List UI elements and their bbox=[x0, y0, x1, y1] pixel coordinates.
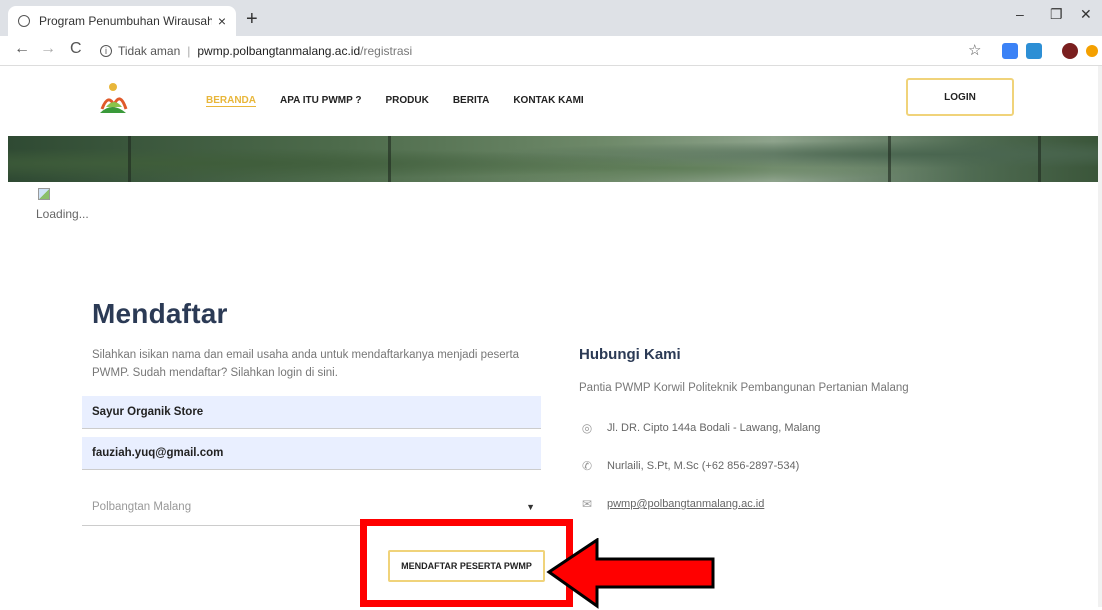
business-name-field[interactable]: Sayur Organik Store bbox=[82, 396, 541, 429]
site-header: BERANDA APA ITU PWMP ? PRODUK BERITA KON… bbox=[0, 66, 1102, 136]
contact-title: Hubungi Kami bbox=[579, 346, 681, 363]
email-field[interactable]: fauziah.yuq@gmail.com bbox=[82, 437, 541, 470]
globe-icon bbox=[18, 15, 30, 27]
address-text: Jl. DR. Cipto 144a Bodali - Lawang, Mala… bbox=[607, 422, 821, 434]
extension-save-icon[interactable] bbox=[1026, 43, 1042, 59]
browser-tab-bar: Program Penumbuhan Wirausaha × + – ❐ ✕ bbox=[0, 0, 1102, 36]
main-menu: BERANDA APA ITU PWMP ? PRODUK BERITA KON… bbox=[206, 95, 584, 107]
extension-tpp-icon[interactable] bbox=[1002, 43, 1018, 59]
info-icon[interactable]: i bbox=[100, 45, 112, 57]
nav-berita[interactable]: BERITA bbox=[453, 95, 489, 107]
contact-subtitle: Pantia PWMP Korwil Politeknik Pembanguna… bbox=[579, 382, 909, 394]
annotation-arrow-icon bbox=[546, 538, 715, 609]
nav-produk[interactable]: PRODUK bbox=[385, 95, 428, 107]
back-arrow-icon[interactable]: ← bbox=[14, 40, 30, 58]
contact-email-link[interactable]: pwmp@polbangtanmalang.ac.id bbox=[607, 498, 764, 510]
url-host: pwmp.polbangtanmalang.ac.id bbox=[197, 44, 361, 58]
contact-email: ✉ pwmp@polbangtanmalang.ac.id bbox=[579, 497, 764, 511]
pwmp-logo-icon[interactable] bbox=[92, 79, 134, 117]
minimize-icon[interactable]: – bbox=[1016, 6, 1024, 22]
forward-arrow-icon[interactable]: → bbox=[40, 40, 56, 58]
dropdown-caret-icon: ▼ bbox=[526, 501, 535, 512]
close-tab-icon[interactable]: × bbox=[218, 13, 226, 29]
contact-phone: ✆ Nurlaili, S.Pt, M.Sc (+62 856-2897-534… bbox=[579, 459, 799, 473]
loading-text: Loading... bbox=[36, 207, 89, 221]
nav-kontak-kami[interactable]: KONTAK KAMI bbox=[513, 95, 583, 107]
login-button[interactable]: LOGIN bbox=[906, 78, 1014, 116]
window-close-icon[interactable]: ✕ bbox=[1080, 6, 1092, 23]
url-separator: | bbox=[187, 44, 191, 58]
broken-image-icon bbox=[38, 188, 50, 200]
contact-address: ◎ Jl. DR. Cipto 144a Bodali - Lawang, Ma… bbox=[579, 421, 821, 435]
maximize-icon[interactable]: ❐ bbox=[1050, 6, 1063, 23]
phone-text: Nurlaili, S.Pt, M.Sc (+62 856-2897-534) bbox=[607, 460, 800, 472]
nav-beranda[interactable]: BERANDA bbox=[206, 95, 256, 107]
address-bar-row: ← → C i Tidak aman | pwmp.polbangtanmala… bbox=[0, 36, 1102, 66]
location-pin-icon: ◎ bbox=[581, 421, 593, 435]
hero-banner bbox=[8, 136, 1102, 182]
reload-icon[interactable]: C bbox=[70, 40, 82, 58]
nav-apa-itu-pwmp[interactable]: APA ITU PWMP ? bbox=[280, 95, 361, 107]
security-label: Tidak aman bbox=[118, 44, 181, 58]
new-tab-button[interactable]: + bbox=[246, 8, 258, 31]
update-alert-icon[interactable] bbox=[1086, 45, 1098, 57]
profile-avatar-icon[interactable] bbox=[1062, 43, 1078, 59]
tab-title: Program Penumbuhan Wirausaha bbox=[39, 14, 212, 28]
intro-end: . bbox=[334, 367, 338, 379]
browser-tab[interactable]: Program Penumbuhan Wirausaha × bbox=[8, 6, 236, 36]
envelope-icon: ✉ bbox=[581, 497, 593, 511]
url-bar[interactable]: i Tidak aman | pwmp.polbangtanmalang.ac.… bbox=[100, 39, 960, 63]
phone-icon: ✆ bbox=[581, 459, 593, 473]
login-here-link[interactable]: di sini bbox=[305, 367, 334, 379]
page-title: Mendaftar bbox=[92, 298, 228, 329]
url-path: /registrasi bbox=[360, 44, 413, 58]
intro-text: Silahkan isikan nama dan email usaha and… bbox=[92, 346, 542, 382]
bookmark-star-icon[interactable]: ☆ bbox=[968, 41, 981, 59]
institution-value: Polbangtan Malang bbox=[92, 500, 192, 513]
page-scrollbar[interactable] bbox=[1098, 66, 1102, 607]
annotation-highlight-box bbox=[360, 519, 573, 607]
